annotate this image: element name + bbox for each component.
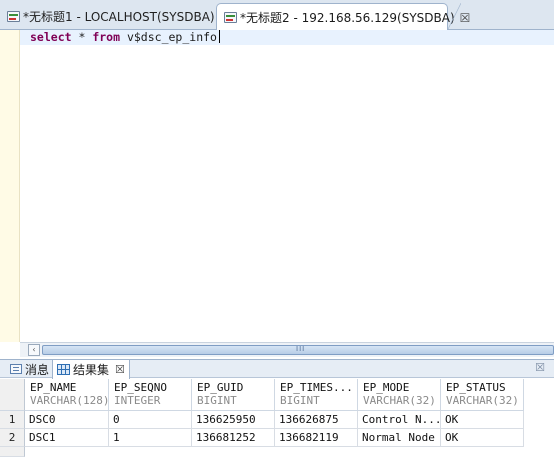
column-type: VARCHAR(128)	[30, 394, 108, 407]
tab-result-set-label: 结果集	[73, 363, 110, 377]
column-name: EP_SEQNO	[114, 381, 167, 394]
column-name: EP_GUID	[197, 381, 244, 394]
result-view-tab-bar: 消息 结果集 ☒ ☒	[0, 359, 554, 379]
column-header-ep-timestamp[interactable]: EP_TIMES... BIGINT	[275, 379, 358, 411]
column-header-ep-seqno[interactable]: EP_SEQNO INTEGER	[109, 379, 192, 411]
editor-tab-bar: *无标题1 - LOCALHOST(SYSDBA) *无标题2 - 192.16…	[0, 0, 554, 31]
maximize-view-icon[interactable]: ☒	[535, 361, 545, 374]
table-cell[interactable]: OK	[441, 411, 524, 429]
table-cell[interactable]: 136625950	[192, 411, 275, 429]
column-type: VARCHAR(32)	[446, 394, 519, 407]
grid-icon	[57, 364, 70, 375]
messages-icon	[10, 364, 22, 374]
close-result-tab-icon[interactable]: ☒	[115, 363, 125, 376]
row-number[interactable]: 1	[0, 411, 25, 429]
editor-tab-label: *无标题2 - 192.168.56.129(SYSDBA)	[240, 11, 455, 25]
row-number[interactable]: 2	[0, 429, 25, 447]
column-name: EP_TIMES...	[280, 381, 353, 394]
editor-tab-label: *无标题1 - LOCALHOST(SYSDBA)	[23, 10, 215, 24]
row-number	[0, 447, 25, 457]
editor-gutter	[0, 30, 20, 342]
editor-horizontal-scrollbar[interactable]: ‹ III	[20, 342, 554, 357]
column-header-ep-guid[interactable]: EP_GUID BIGINT	[192, 379, 275, 411]
sql-editor[interactable]: select * from v$dsc_ep_info	[0, 30, 554, 342]
editor-tab-untitled-1[interactable]: *无标题1 - LOCALHOST(SYSDBA)	[0, 3, 215, 30]
close-tab-icon[interactable]: ☒	[460, 11, 471, 25]
tab-messages-label: 消息	[25, 362, 50, 377]
column-type: VARCHAR(32)	[363, 394, 436, 407]
grid-corner	[0, 379, 25, 411]
scrollbar-grip: III	[296, 345, 306, 353]
table-cell[interactable]: OK	[441, 429, 524, 447]
table-cell[interactable]: 0	[109, 411, 192, 429]
column-name: EP_MODE	[363, 381, 410, 394]
table-cell[interactable]: DSC0	[25, 411, 109, 429]
table-cell[interactable]: 136682119	[275, 429, 358, 447]
sql-star: *	[71, 30, 93, 44]
column-header-ep-mode[interactable]: EP_MODE VARCHAR(32)	[358, 379, 441, 411]
tab-messages[interactable]: 消息	[6, 360, 53, 378]
column-header-ep-status[interactable]: EP_STATUS VARCHAR(32)	[441, 379, 524, 411]
keyword-select: select	[30, 30, 72, 44]
scroll-left-arrow-icon[interactable]: ‹	[28, 344, 40, 356]
sql-line-1[interactable]: select * from v$dsc_ep_info	[30, 30, 220, 45]
column-name: EP_NAME	[30, 381, 77, 394]
table-cell[interactable]: 1	[109, 429, 192, 447]
column-type: BIGINT	[280, 394, 320, 407]
sql-file-icon	[7, 11, 20, 22]
text-caret	[218, 30, 220, 43]
table-cell[interactable]: Normal Node	[358, 429, 441, 447]
column-type: INTEGER	[114, 394, 161, 407]
tab-result-set[interactable]: 结果集 ☒	[52, 360, 130, 379]
sql-table-name: v$dsc_ep_info	[120, 30, 217, 44]
editor-tab-untitled-2[interactable]: *无标题2 - 192.168.56.129(SYSDBA) ☒	[216, 3, 470, 31]
table-cell[interactable]: 136681252	[192, 429, 275, 447]
column-type: BIGINT	[197, 394, 237, 407]
sql-file-icon	[224, 12, 237, 23]
column-header-ep-name[interactable]: EP_NAME VARCHAR(128)	[25, 379, 109, 411]
keyword-from: from	[92, 30, 121, 44]
table-cell[interactable]: Control N...	[358, 411, 441, 429]
table-cell[interactable]: DSC1	[25, 429, 109, 447]
result-grid: EP_NAME VARCHAR(128) EP_SEQNO INTEGER EP…	[0, 379, 554, 457]
column-name: EP_STATUS	[446, 381, 506, 394]
table-cell[interactable]: 136626875	[275, 411, 358, 429]
